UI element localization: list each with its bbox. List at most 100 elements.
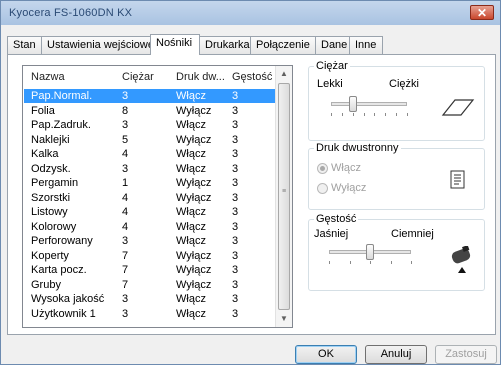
- duplex-off-label[interactable]: Wyłącz: [331, 182, 366, 194]
- list-item[interactable]: Odzysk. 3 Włącz 3: [24, 162, 276, 176]
- media-name-cell: Odzysk.: [31, 162, 71, 175]
- media-density-cell: 3: [232, 104, 239, 117]
- tab-inne[interactable]: Inne: [349, 36, 383, 54]
- list-item[interactable]: Listowy 4 Włącz 3: [24, 205, 276, 219]
- media-name-cell: Folia: [31, 104, 55, 117]
- media-list[interactable]: Nazwa Ciężar Druk dw... Gęstość Pap.Norm…: [22, 65, 293, 328]
- media-weight-cell: 3: [122, 90, 129, 102]
- ok-button[interactable]: OK: [295, 345, 357, 364]
- list-item[interactable]: Folia 8 Wyłącz 3: [24, 104, 276, 118]
- slider-tick: [363, 113, 365, 116]
- slider-tick: [396, 113, 398, 116]
- list-header: Nazwa Ciężar Druk dw... Gęstość: [23, 66, 276, 88]
- list-item[interactable]: Gruby 7 Wyłącz 3: [24, 278, 276, 292]
- printer-properties-window: Kyocera FS-1060DN KX ✕ Stan Ustawienia w…: [0, 0, 501, 365]
- media-duplex-cell: Włącz: [176, 235, 206, 247]
- column-header-weight[interactable]: Ciężar: [122, 71, 154, 83]
- column-header-name[interactable]: Nazwa: [31, 71, 65, 83]
- media-duplex-cell: Włącz: [176, 220, 206, 233]
- media-density-cell: 3: [232, 278, 239, 291]
- tab-ustawienia-wejsciowe[interactable]: Ustawienia wejściowe: [41, 36, 154, 54]
- media-duplex-cell: Włącz: [176, 119, 206, 131]
- list-item[interactable]: Pergamin 1 Wyłącz 3: [24, 176, 276, 190]
- tab-stan[interactable]: Stan: [7, 36, 42, 54]
- slider-tick: [385, 113, 387, 116]
- media-density-cell: 3: [232, 148, 239, 160]
- toner-cartridge-icon: [451, 246, 471, 273]
- media-weight-cell: 4: [122, 148, 129, 160]
- weight-slider-track[interactable]: [331, 102, 407, 106]
- media-duplex-cell: Wyłącz: [176, 104, 212, 117]
- media-weight-cell: 4: [122, 206, 129, 218]
- media-name-cell: Szorstki: [31, 191, 71, 204]
- density-group-title: Gęstość: [314, 213, 359, 225]
- list-item[interactable]: Użytkownik 1 3 Włącz 3: [24, 307, 276, 321]
- media-weight-cell: 7: [122, 249, 129, 262]
- cancel-button[interactable]: Anuluj: [365, 345, 427, 364]
- media-density-cell: 3: [232, 249, 239, 262]
- media-name-cell: Listowy: [31, 206, 68, 218]
- media-density-cell: 3: [232, 264, 239, 276]
- media-name-cell: Karta pocz.: [31, 264, 87, 276]
- list-item[interactable]: Pap.Normal. 3 Włącz 3: [24, 89, 276, 103]
- media-weight-cell: 3: [122, 293, 129, 305]
- media-density-cell: 3: [232, 133, 239, 146]
- slider-tick: [407, 113, 408, 116]
- media-weight-cell: 8: [122, 104, 129, 117]
- media-name-cell: Kalka: [31, 148, 59, 160]
- close-icon[interactable]: ✕: [470, 5, 494, 20]
- media-name-cell: Pap.Normal.: [31, 90, 93, 102]
- density-slider[interactable]: [366, 244, 374, 260]
- list-scrollbar[interactable]: ▲ ≡ ▼: [275, 66, 292, 327]
- radio-selected-dot: [320, 166, 325, 171]
- scroll-down-icon[interactable]: ▼: [276, 311, 292, 327]
- tab-polaczenie[interactable]: Połączenie: [250, 36, 316, 54]
- media-duplex-cell: Włącz: [176, 307, 206, 320]
- list-item[interactable]: Kalka 4 Włącz 3: [24, 147, 276, 161]
- list-item[interactable]: Szorstki 4 Wyłącz 3: [24, 191, 276, 205]
- tab-drukarka[interactable]: Drukarka: [199, 36, 251, 54]
- media-duplex-cell: Włącz: [176, 206, 206, 218]
- media-density-cell: 3: [232, 162, 239, 175]
- media-weight-cell: 7: [122, 264, 129, 276]
- list-item[interactable]: Wysoka jakość 3 Włącz 3: [24, 292, 276, 306]
- media-duplex-cell: Włącz: [176, 148, 206, 160]
- list-item[interactable]: Kolorowy 4 Włącz 3: [24, 220, 276, 234]
- list-item[interactable]: Perforowany 3 Włącz 3: [24, 234, 276, 248]
- tab-dane[interactable]: Dane: [315, 36, 350, 54]
- slider-tick: [331, 113, 332, 116]
- scroll-thumb[interactable]: ≡: [278, 83, 290, 310]
- media-duplex-cell: Wyłącz: [176, 177, 212, 189]
- media-weight-cell: 1: [122, 177, 129, 189]
- slider-tick: [341, 113, 343, 116]
- apply-button[interactable]: Zastosuj: [435, 345, 497, 364]
- media-density-cell: 3: [232, 293, 239, 305]
- tab-nosniki[interactable]: Nośniki: [150, 34, 200, 55]
- media-density-cell: 3: [232, 235, 239, 247]
- duplex-off-radio[interactable]: [317, 183, 328, 194]
- media-weight-cell: 3: [122, 162, 129, 175]
- list-item[interactable]: Karta pocz. 7 Wyłącz 3: [24, 263, 276, 277]
- paper-sheet-icon: [441, 99, 475, 116]
- duplex-on-label[interactable]: Włącz: [331, 162, 361, 174]
- media-weight-cell: 3: [122, 307, 129, 320]
- media-name-cell: Pergamin: [31, 177, 79, 189]
- media-density-cell: 3: [232, 191, 239, 204]
- duplex-group-title: Druk dwustronny: [314, 142, 401, 154]
- media-density-cell: 3: [232, 90, 239, 102]
- media-weight-cell: 3: [122, 119, 129, 131]
- media-duplex-cell: Wyłącz: [176, 133, 212, 146]
- weight-slider[interactable]: [348, 96, 357, 112]
- media-weight-cell: 7: [122, 278, 129, 291]
- duplex-on-radio[interactable]: [317, 163, 328, 174]
- column-header-density[interactable]: Gęstość: [232, 71, 272, 83]
- list-item[interactable]: Pap.Zadruk. 3 Włącz 3: [24, 118, 276, 132]
- list-item[interactable]: Naklejki 5 Wyłącz 3: [24, 133, 276, 147]
- media-weight-cell: 3: [122, 235, 129, 247]
- scroll-up-icon[interactable]: ▲: [276, 66, 292, 82]
- window-title: Kyocera FS-1060DN KX: [9, 7, 133, 19]
- slider-tick: [390, 261, 392, 264]
- column-header-duplex[interactable]: Druk dw...: [176, 71, 225, 83]
- list-item[interactable]: Koperty 7 Wyłącz 3: [24, 249, 276, 263]
- media-name-cell: Wysoka jakość: [31, 293, 105, 305]
